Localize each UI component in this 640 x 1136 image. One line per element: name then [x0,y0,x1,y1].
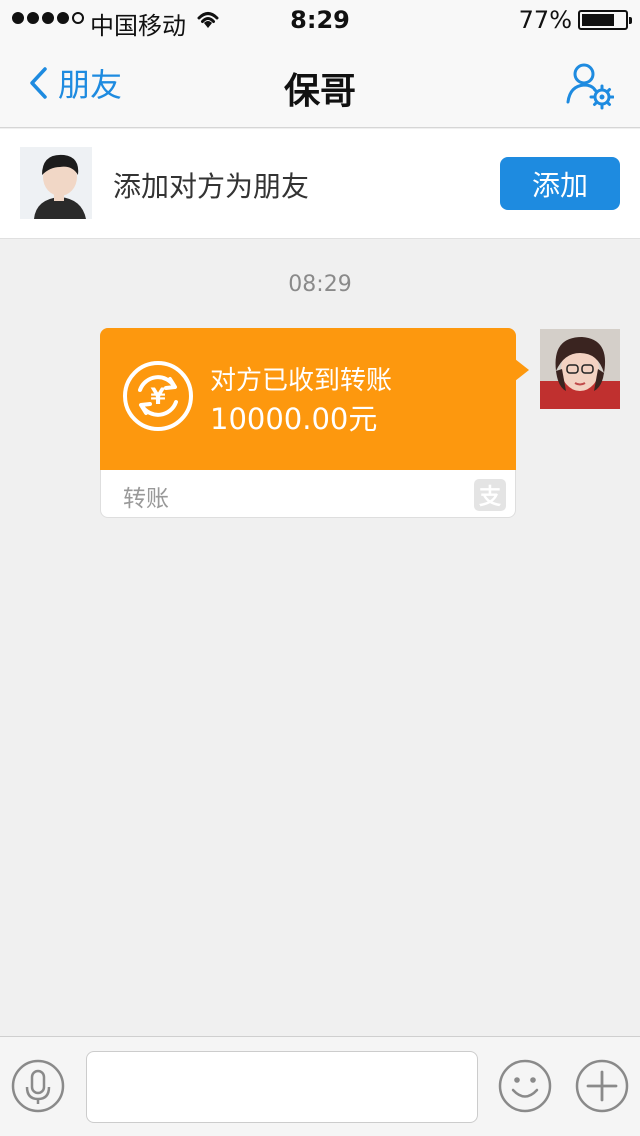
message-input-bar [0,1036,640,1136]
sender-avatar-image [540,329,620,409]
add-friend-banner: 添加对方为朋友 添加 [0,129,640,239]
contact-avatar-image [20,147,92,219]
message-timestamp: 08:29 [288,272,352,297]
status-bar: 中国移动 8:29 77% [0,0,640,40]
plus-icon[interactable] [575,1059,629,1113]
transfer-label: 转账 [123,486,169,512]
add-friend-button[interactable]: 添加 [500,157,620,210]
contact-avatar[interactable] [20,147,92,219]
microphone-icon[interactable] [11,1059,65,1113]
alipay-icon-glyph: 支 [478,485,501,510]
battery-icon [578,10,632,30]
battery-level-fill [582,14,615,26]
navigation-bar: 朋友 保哥 [0,40,640,128]
contact-settings-icon[interactable] [564,60,614,110]
transfer-status: 对方已收到转账 [210,366,393,396]
emoji-icon[interactable] [498,1059,552,1113]
message-input[interactable] [86,1051,478,1123]
transfer-amount: 10000.00元 [210,402,378,436]
page-title: 保哥 [283,71,356,112]
svg-text:¥: ¥ [150,385,166,410]
bubble-tail [515,359,529,381]
alipay-icon: 支 [474,479,506,511]
sender-avatar[interactable] [540,329,620,409]
battery-percentage: 77% [518,6,572,34]
add-friend-prompt: 添加对方为朋友 [113,170,310,203]
transfer-message-card[interactable]: ¥ 对方已收到转账 10000.00元 转账 支 [100,328,529,518]
yuan-exchange-icon: ¥ [123,361,193,431]
transfer-card-header: ¥ 对方已收到转账 10000.00元 [100,328,516,470]
